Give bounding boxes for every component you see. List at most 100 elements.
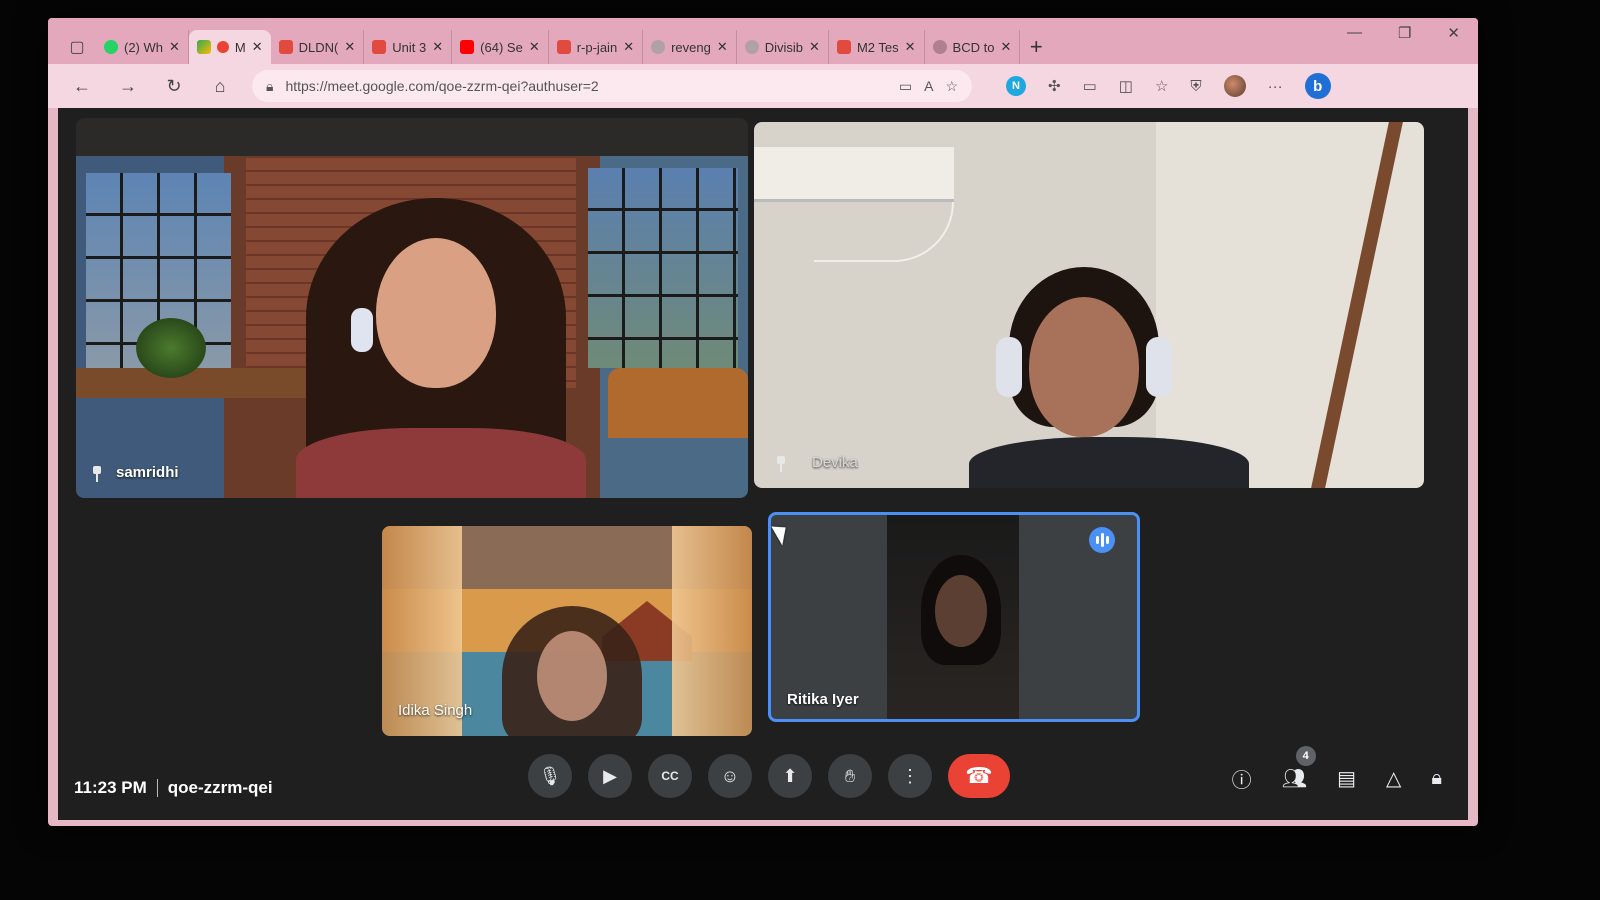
new-tab-icon[interactable]: + [1020,30,1052,64]
close-icon[interactable]: ✕ [623,39,634,55]
youtube-icon [460,40,475,54]
url-text[interactable]: https://meet.google.com/qoe-zzrm-qei?aut… [285,78,886,94]
extension-n-icon[interactable]: N [1006,76,1026,96]
favorites-icon[interactable]: ☆ [1155,77,1168,95]
pin-icon [92,466,102,482]
participant-name: samridhi [116,464,179,481]
participant-tile-samridhi[interactable]: samridhi [76,118,748,498]
whatsapp-icon [104,40,118,54]
extensions-puzzle-icon[interactable]: ✣ [1048,77,1061,95]
camera-in-use-icon[interactable]: ▭ [899,78,912,95]
tab-youtube[interactable]: (64) Se ✕ [452,30,549,64]
close-icon[interactable]: ✕ [529,39,540,55]
side-controls: ⓘ 4 👥︎ ▤ △ 🔒︎ [1232,746,1442,793]
minimize-icon[interactable]: — [1347,24,1362,42]
monitor-screen: ▢ (2) Wh ✕ M ✕ DLDN( ✕ Unit 3 ✕ (64) Se … [48,18,1478,826]
tab-title: (2) Wh [124,39,163,55]
read-aloud-icon[interactable]: A [924,78,933,94]
cast-icon[interactable]: ▭ [1083,77,1097,95]
end-call-icon[interactable]: ☎︎ [948,754,1010,798]
participant-name: Ritika Iyer [787,691,859,708]
background-air-conditioner [754,147,954,202]
home-icon[interactable]: ⌂ [206,72,234,100]
present-icon[interactable]: ⬆ [768,754,812,798]
tab-bcd[interactable]: BCD to ✕ [925,30,1021,64]
tab-strip: ▢ (2) Wh ✕ M ✕ DLDN( ✕ Unit 3 ✕ (64) Se … [48,18,1478,64]
host-controls-icon[interactable]: 🔒︎ [1431,767,1442,790]
close-icon[interactable]: ✕ [905,39,916,55]
bing-copilot-icon[interactable]: b [1304,73,1331,99]
background-curtain [672,526,752,736]
speaking-indicator-icon [1089,527,1115,553]
participant-video [296,198,586,498]
close-icon[interactable]: ✕ [252,39,263,55]
people-button[interactable]: 4 👥︎ [1281,746,1316,791]
profile-avatar[interactable] [1223,75,1246,97]
activities-icon[interactable]: △ [1386,766,1401,791]
people-icon: 👥︎ [1281,768,1308,790]
meeting-code: qoe-zzrm-qei [167,778,273,797]
background-stair-rail [1311,122,1403,488]
call-controls: 🎙︎ ▶ CC ☺ ⬆ ✋︎ ⋮ ☎︎ [528,754,1010,798]
close-icon[interactable]: ✕ [169,39,180,55]
participant-video [969,267,1249,488]
participant-tile-devika[interactable]: Devika [754,122,1424,488]
pdf-icon [836,40,851,54]
favorite-star-icon[interactable]: ☆ [945,78,958,95]
participant-video [502,606,642,736]
camera-icon[interactable]: ▶ [588,754,632,798]
chat-icon[interactable]: ▤ [1337,766,1356,791]
refresh-icon[interactable]: ↻ [160,72,188,100]
background-table [76,368,336,398]
maximize-icon[interactable]: ❐ [1398,24,1411,42]
address-bar[interactable]: 🔒︎ https://meet.google.com/qoe-zzrm-qei?… [252,70,972,102]
lock-icon[interactable]: 🔒︎ [266,78,273,95]
participant-name: Devika [812,454,858,471]
tab-m2test[interactable]: M2 Tes ✕ [829,30,925,64]
split-screen-icon[interactable]: ◫ [1119,77,1133,95]
forward-icon[interactable]: → [114,72,142,100]
tab-dldn[interactable]: DLDN( ✕ [271,30,365,64]
background-cable [814,202,954,262]
globe-icon [651,40,666,54]
tab-meet[interactable]: M ✕ [188,30,271,64]
meeting-info: 11:23 PM qoe-zzrm-qei [74,778,273,798]
tab-title: reveng [671,39,711,55]
captions-icon[interactable]: CC [648,754,692,798]
tab-title: M [234,39,246,55]
tab-title: BCD to [952,39,995,55]
site-icon [932,40,947,54]
pdf-icon [278,40,293,54]
meet-icon [196,40,211,54]
tab-rpjain[interactable]: r-p-jain ✕ [549,30,644,64]
tab-divisib[interactable]: Divisib ✕ [737,30,829,64]
close-icon[interactable]: ✕ [717,39,728,55]
raise-hand-icon[interactable]: ✋︎ [828,754,872,798]
participant-name: Idika Singh [398,702,473,719]
participant-tile-idika-singh[interactable]: Idika Singh [382,526,752,736]
close-icon[interactable]: ✕ [432,39,443,55]
close-window-icon[interactable]: ✕ [1447,24,1460,42]
pdf-icon [556,40,571,54]
microphone-icon[interactable]: 🎙︎ [528,754,572,798]
more-options-icon[interactable]: ⋮ [888,754,932,798]
extensions-row: N ✣ ▭ ◫ ☆ ⛨ ··· b [1006,73,1331,99]
close-icon[interactable]: ✕ [809,39,820,55]
recording-icon [216,41,229,53]
workspaces-icon[interactable]: ▢ [58,30,96,64]
info-icon[interactable]: ⓘ [1232,764,1252,793]
emoji-icon[interactable]: ☺ [708,754,752,798]
tab-title: r-p-jain [576,39,618,55]
divider [156,779,158,797]
browser-toolbar: ← → ↻ ⌂ 🔒︎ https://meet.google.com/qoe-z… [48,64,1478,108]
more-menu-icon[interactable]: ··· [1268,78,1283,95]
tab-reveng[interactable]: reveng ✕ [643,30,737,64]
close-icon[interactable]: ✕ [344,39,355,55]
meet-control-bar: 11:23 PM qoe-zzrm-qei 🎙︎ ▶ CC ☺ ⬆ ✋︎ ⋮ ☎… [58,746,1468,820]
browser-essentials-icon[interactable]: ⛨ [1190,78,1201,95]
close-icon[interactable]: ✕ [1000,39,1011,55]
participant-tile-ritika-iyer[interactable]: Ritika Iyer [768,512,1140,722]
back-icon[interactable]: ← [68,72,96,100]
tab-whatsapp[interactable]: (2) Wh ✕ [96,30,189,64]
tab-unit3[interactable]: Unit 3 ✕ [364,30,453,64]
